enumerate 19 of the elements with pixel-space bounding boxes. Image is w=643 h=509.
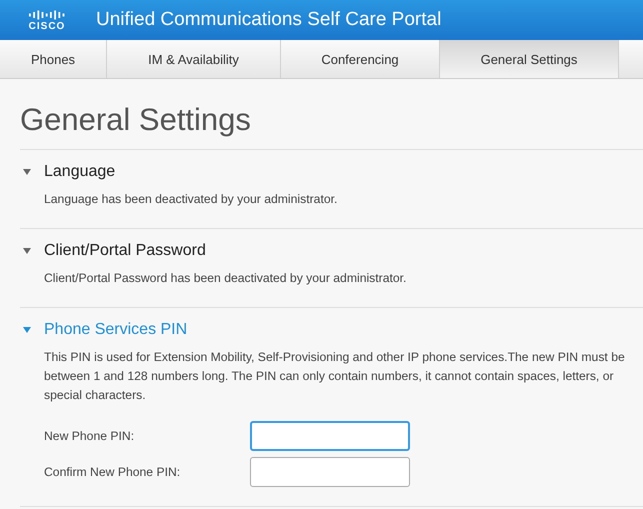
field-label: New Phone PIN: (44, 429, 136, 443)
section-description: Client/Portal Password has been deactivated by your administrator. (44, 270, 408, 287)
logo-text: CISCO (28, 22, 66, 32)
pin-input-field[interactable] (250, 421, 410, 451)
section-title[interactable]: Client/Portal Password (44, 242, 206, 260)
caret-icon[interactable] (22, 247, 32, 255)
portal-title: Unified Communications Self Care Portal (96, 9, 442, 31)
logo-bars-icon (28, 8, 66, 20)
field-label: Confirm New Phone PIN: (44, 465, 182, 479)
pin-input-field[interactable] (250, 457, 410, 487)
nav-tab[interactable]: IM & Availability (107, 40, 281, 78)
section-description: This PIN is used for Extension Mobility, Self-Provisioning and other IP phone services.The new PIN must be between 1 and 128 numbers long. The PIN can only contain numbers, it cannot contain spaces, letters, or special characters. (44, 349, 626, 404)
caret-icon[interactable] (22, 326, 32, 334)
section-title[interactable]: Language (44, 163, 116, 181)
page-title: General Settings (20, 101, 252, 138)
section-description: Language has been deactivated by your administrator. (44, 191, 338, 208)
nav-tab[interactable]: General Settings (440, 40, 619, 78)
nav-tab[interactable]: Phones (0, 40, 107, 78)
caret-icon[interactable] (22, 168, 32, 176)
